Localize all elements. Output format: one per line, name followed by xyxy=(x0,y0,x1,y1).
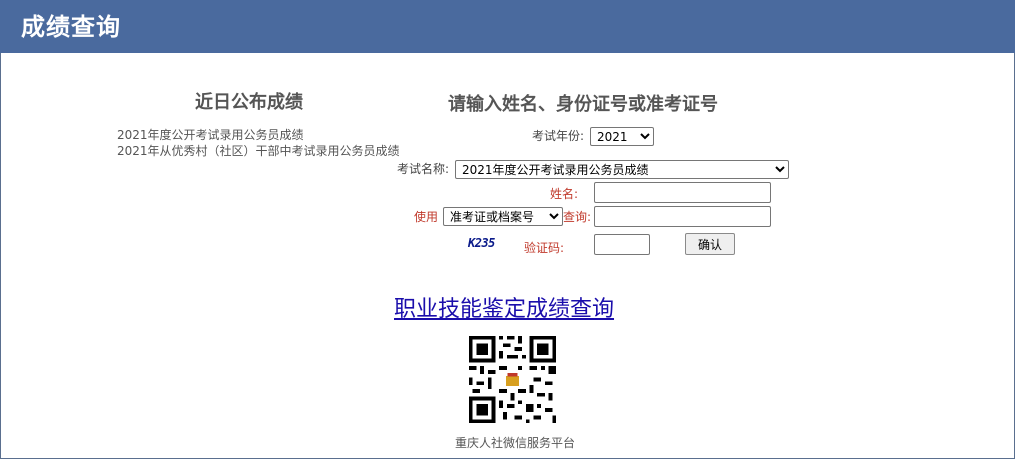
recent-result-link[interactable]: 2021年从优秀村（社区）干部中考试录用公务员成绩 xyxy=(117,143,407,159)
recent-results-title: 近日公布成绩 xyxy=(195,92,303,113)
captcha-input[interactable] xyxy=(594,234,650,255)
header-bar: 成绩查询 xyxy=(0,0,1015,53)
qr-code-icon xyxy=(465,332,560,427)
id-type-select[interactable]: 准考证或档案号 xyxy=(443,207,563,226)
use-label: 使用 xyxy=(414,210,439,224)
confirm-button[interactable]: 确认 xyxy=(685,233,735,255)
name-label: 姓名: xyxy=(550,187,579,201)
id-number-input[interactable] xyxy=(594,206,771,227)
query-label: 查询: xyxy=(563,210,592,224)
name-input[interactable] xyxy=(594,182,771,203)
captcha-image: K235 xyxy=(468,236,495,250)
exam-year-select[interactable]: 2021 xyxy=(590,127,654,146)
recent-results-list: 2021年度公开考试录用公务员成绩 2021年从优秀村（社区）干部中考试录用公务… xyxy=(117,127,407,159)
exam-name-select[interactable]: 2021年度公开考试录用公务员成绩 xyxy=(455,160,789,179)
page-title: 成绩查询 xyxy=(21,13,121,41)
exam-name-label: 考试名称: xyxy=(397,162,450,176)
recent-result-link[interactable]: 2021年度公开考试录用公务员成绩 xyxy=(117,127,407,143)
exam-year-label: 考试年份: xyxy=(532,129,585,143)
captcha-label: 验证码: xyxy=(524,241,565,255)
vocational-results-link[interactable]: 职业技能鉴定成绩查询 xyxy=(394,291,614,323)
qr-caption: 重庆人社微信服务平台 xyxy=(455,436,576,450)
query-form-title: 请输入姓名、身份证号或准考证号 xyxy=(448,94,718,115)
